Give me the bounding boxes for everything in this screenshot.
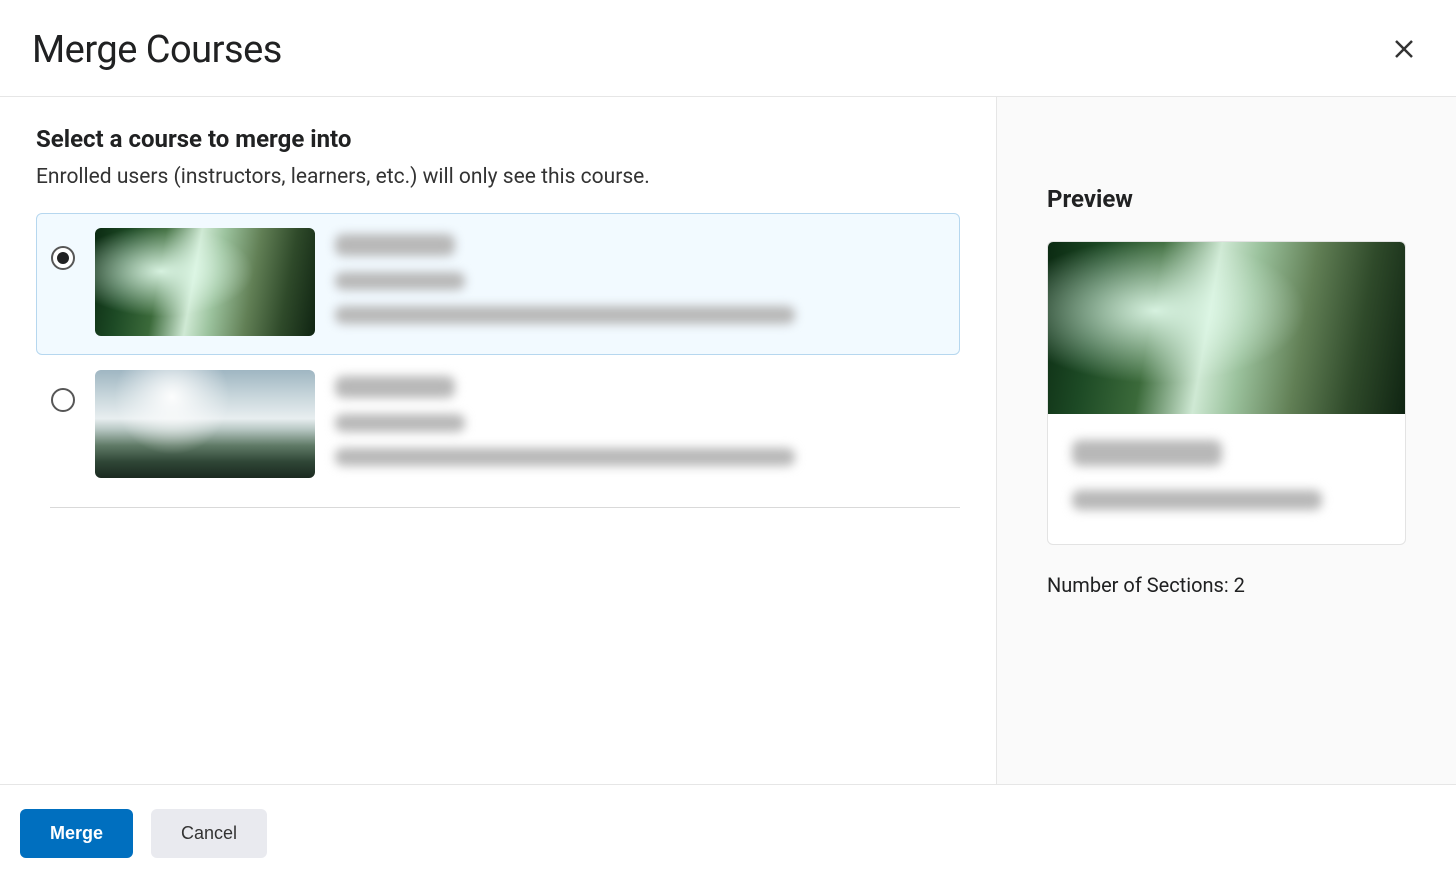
close-button[interactable] xyxy=(1384,29,1424,72)
course-radio[interactable] xyxy=(51,388,75,412)
preview-heading: Preview xyxy=(1047,185,1406,213)
preview-card-body: TST101-1 Test's delux Spring 2024 • xyxy=(1048,414,1405,544)
dialog-title: Merge Courses xyxy=(32,28,282,72)
selection-subheading: Select a course to merge into xyxy=(36,125,960,153)
course-meta: ID: 17302 • Spring 2024 • Test Departmen… xyxy=(335,448,795,466)
sections-label: Number of Sections: xyxy=(1047,573,1234,597)
course-selection-pane: Select a course to merge into Enrolled u… xyxy=(0,97,996,784)
cancel-button[interactable]: Cancel xyxy=(151,809,267,858)
course-text-block: TST101-1 Test's delux ID: 17301 • Spring… xyxy=(335,228,945,340)
selection-helper-text: Enrolled users (instructors, learners, e… xyxy=(36,165,960,189)
course-option[interactable]: TST101-2 Test's delux ID: 17302 • Spring… xyxy=(36,355,960,497)
preview-course-title: TST101-1 xyxy=(1072,440,1222,466)
course-thumbnail xyxy=(95,228,315,336)
radio-icon xyxy=(51,246,75,270)
sections-count: 2 xyxy=(1234,573,1245,597)
merge-button[interactable]: Merge xyxy=(20,809,133,858)
preview-pane: Preview TST101-1 Test's delux Spring 202… xyxy=(996,97,1456,784)
list-separator xyxy=(50,507,960,508)
course-title: TST101-1 xyxy=(335,234,455,256)
dialog-footer: Merge Cancel xyxy=(0,784,1456,882)
sections-count-line: Number of Sections: 2 xyxy=(1047,573,1406,597)
course-title: TST101-2 xyxy=(335,376,455,398)
preview-card: TST101-1 Test's delux Spring 2024 • xyxy=(1047,241,1406,545)
course-meta: ID: 17301 • Spring 2024 • Test Departmen… xyxy=(335,306,795,324)
course-text-block: TST101-2 Test's delux ID: 17302 • Spring… xyxy=(335,370,945,482)
merge-courses-dialog: Merge Courses Select a course to merge i… xyxy=(0,0,1456,882)
radio-icon xyxy=(51,388,75,412)
course-option[interactable]: TST101-1 Test's delux ID: 17301 • Spring… xyxy=(36,213,960,355)
dialog-header: Merge Courses xyxy=(0,0,1456,97)
course-thumbnail xyxy=(95,370,315,478)
course-subtitle: Test's delux xyxy=(335,414,465,432)
preview-thumbnail xyxy=(1048,242,1405,414)
dialog-body: Select a course to merge into Enrolled u… xyxy=(0,97,1456,784)
course-radio[interactable] xyxy=(51,246,75,270)
close-icon xyxy=(1392,37,1416,61)
preview-course-subtitle: Test's delux Spring 2024 • xyxy=(1072,490,1322,510)
course-subtitle: Test's delux xyxy=(335,272,465,290)
